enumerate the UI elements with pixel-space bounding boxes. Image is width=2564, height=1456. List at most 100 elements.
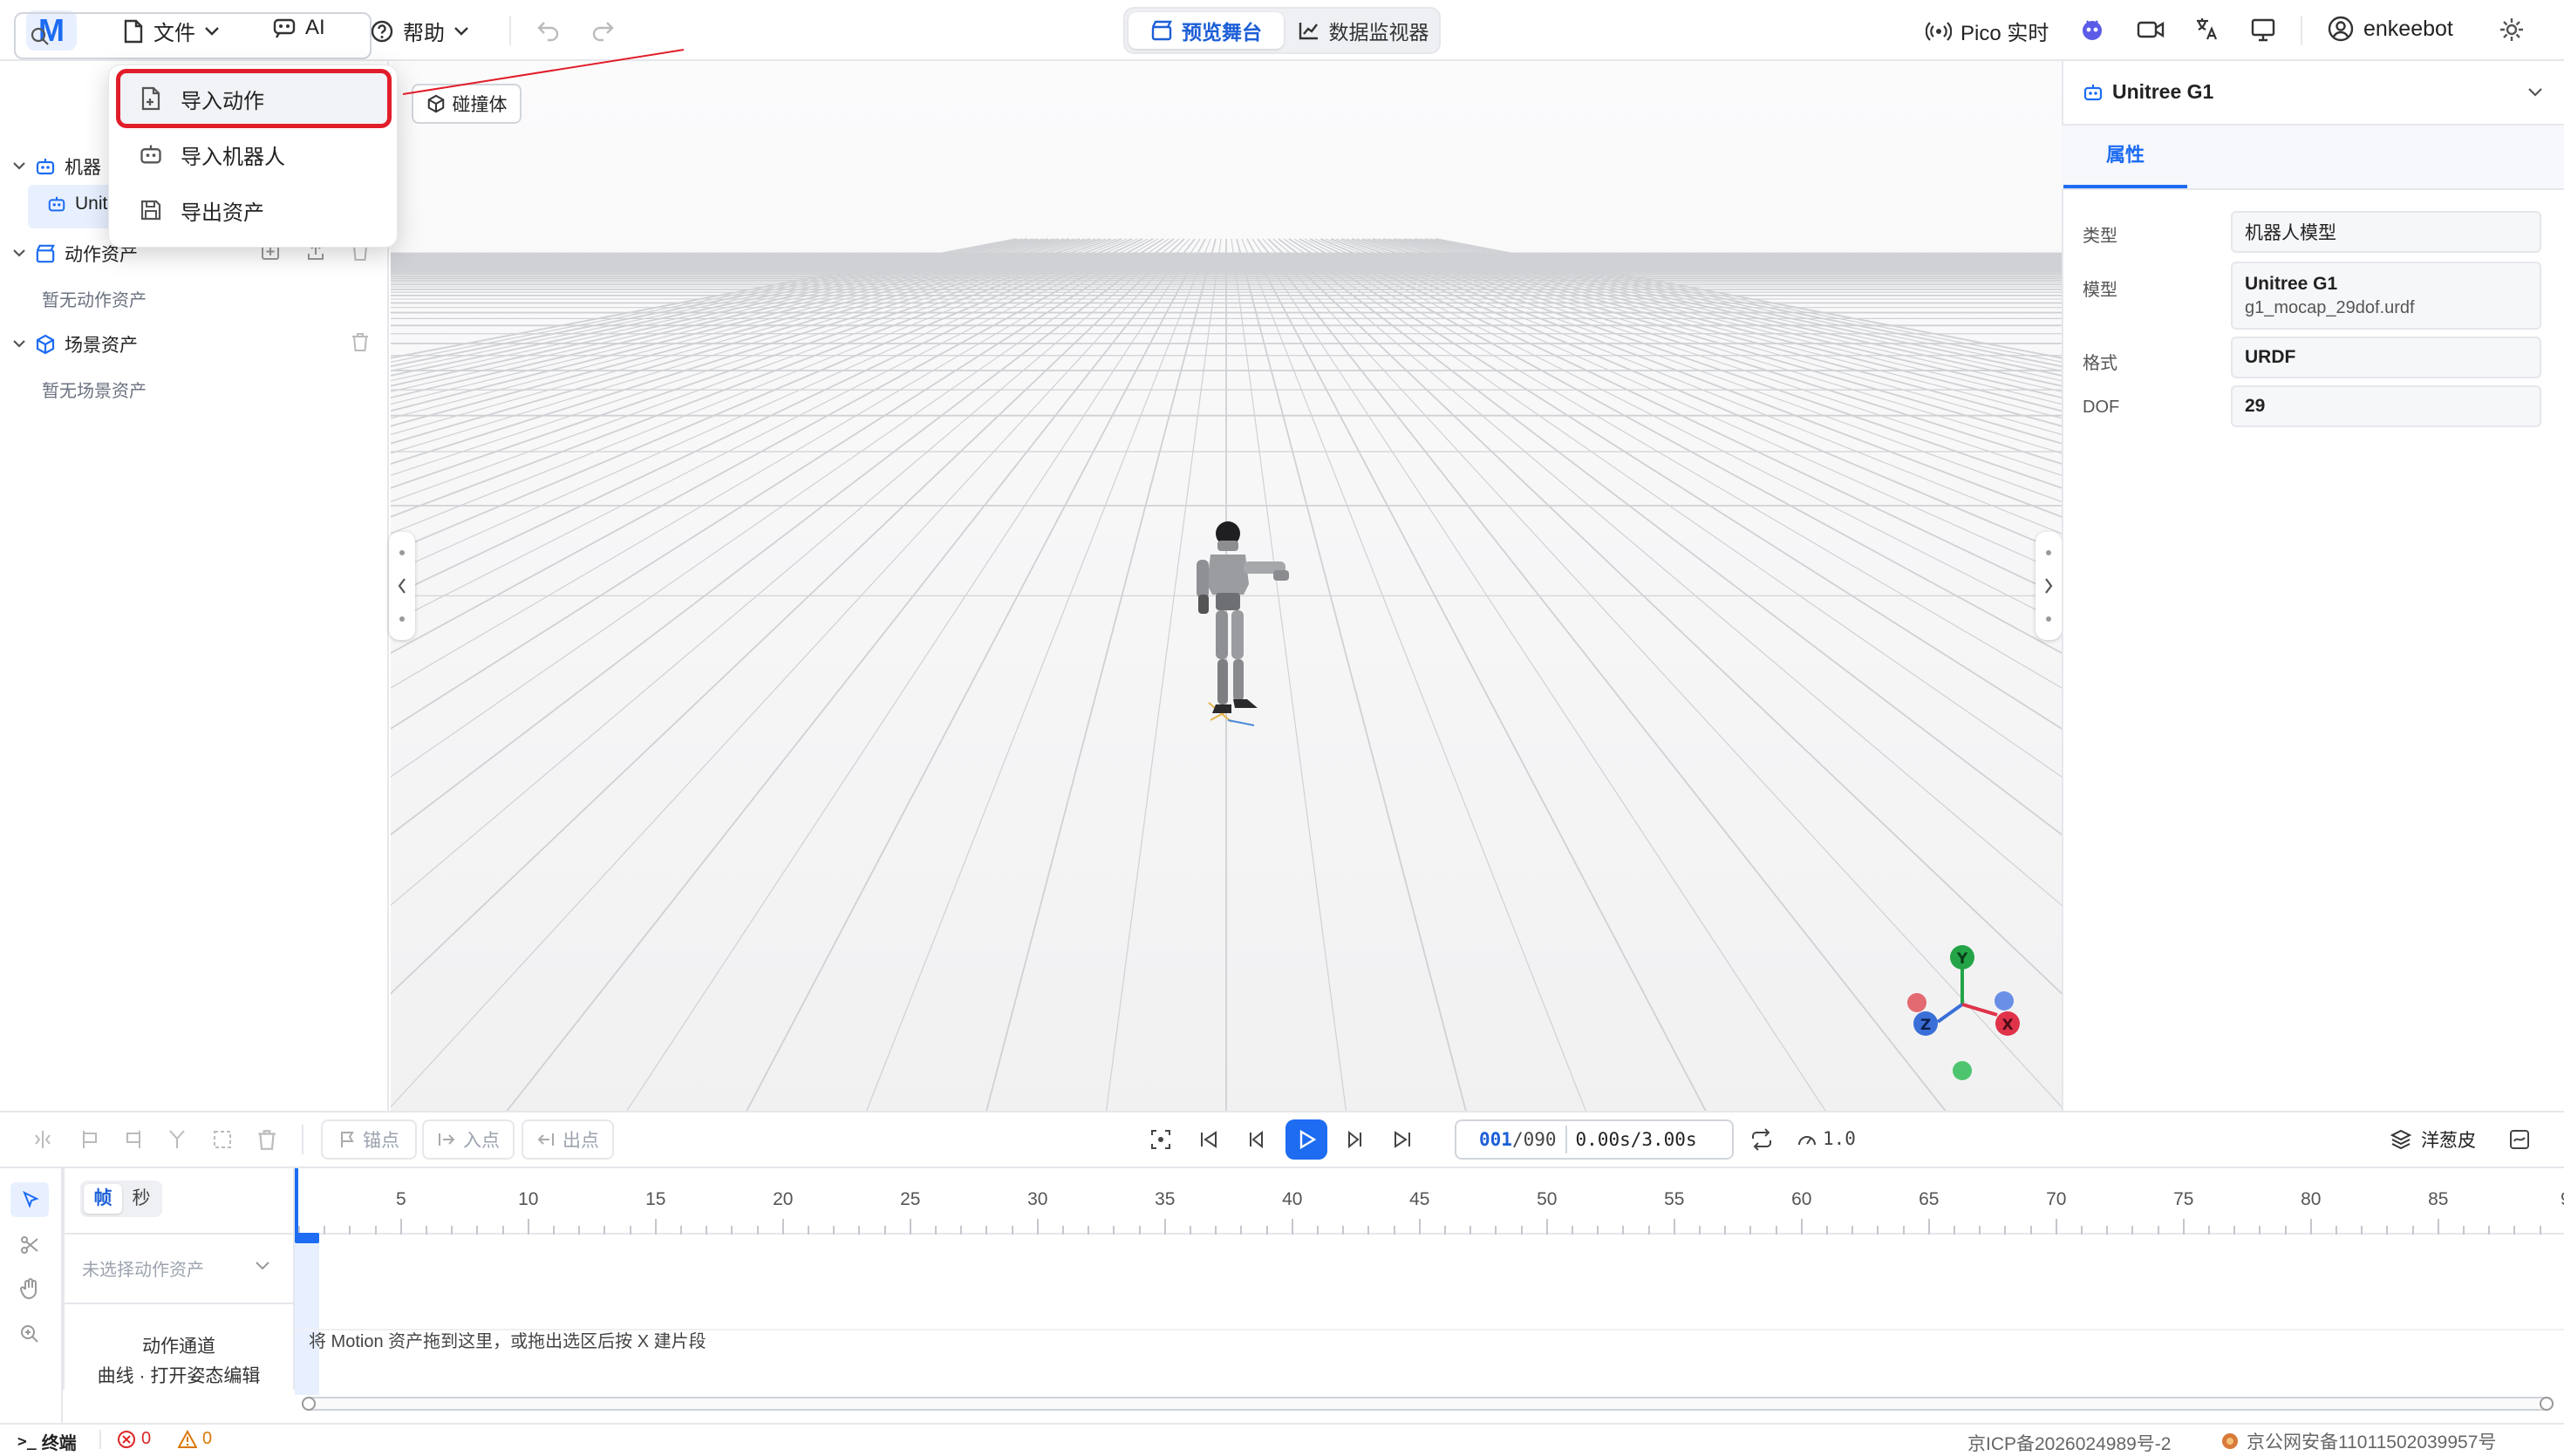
- curve-editor-icon[interactable]: [2508, 1128, 2531, 1151]
- select-box-icon[interactable]: [211, 1128, 234, 1151]
- format-label: 格式: [2083, 354, 2117, 373]
- zoom-icon[interactable]: [19, 1323, 40, 1344]
- model-name: Unitree G1: [2245, 273, 2338, 294]
- unit-seconds-button[interactable]: 秒: [124, 1184, 159, 1214]
- chevron-down-icon: [454, 26, 468, 36]
- channel-subtitle[interactable]: 曲线 · 打开姿态编辑: [63, 1362, 295, 1388]
- tree-group-robots[interactable]: 机器: [12, 153, 101, 180]
- redo-icon[interactable]: [590, 17, 616, 42]
- pico-live-button[interactable]: Pico 实时: [1926, 16, 2049, 46]
- robot-icon: [140, 145, 161, 164]
- police-record-link[interactable]: 京公网安备11011502039957号: [2220, 1428, 2496, 1454]
- robot-model[interactable]: [1186, 520, 1291, 729]
- timeline-ruler[interactable]: 5 10 15 20 25 30 35 40 45 50 55 60 65 70 75 80 85 9: [295, 1168, 2564, 1235]
- icp-license-link[interactable]: 京ICP备2026024989号-2: [1967, 1430, 2171, 1456]
- ruler-tick: [756, 1226, 759, 1235]
- divider: [63, 1303, 295, 1304]
- play-icon: [1299, 1129, 1317, 1150]
- motion-asset-select[interactable]: 未选择动作资产: [82, 1255, 204, 1281]
- menu-item-import-robot[interactable]: 导入机器人: [119, 128, 388, 180]
- playhead-range: [295, 1235, 319, 1395]
- focus-icon[interactable]: [1149, 1128, 1172, 1151]
- playhead[interactable]: [295, 1168, 298, 1238]
- trash-icon[interactable]: [351, 331, 370, 352]
- grid-line: [391, 238, 1149, 623]
- ruler-tick: [1265, 1226, 1268, 1235]
- chevron-down-icon[interactable]: [2527, 87, 2543, 98]
- ruler-tick: [1902, 1226, 1905, 1235]
- split-icon[interactable]: [31, 1128, 54, 1151]
- ruler-tick-label: 70: [2046, 1189, 2067, 1209]
- select-tool-button[interactable]: [10, 1182, 49, 1217]
- play-button[interactable]: [1285, 1119, 1327, 1160]
- warning-count[interactable]: 0: [178, 1429, 212, 1449]
- unit-frames-button[interactable]: 帧: [84, 1184, 122, 1214]
- axis-gizmo[interactable]: Y Z X: [1901, 942, 2023, 1081]
- timeline-scrollbar[interactable]: [302, 1397, 2554, 1411]
- grid-line: [391, 238, 1044, 382]
- error-count[interactable]: 0: [117, 1429, 151, 1449]
- anchor-button[interactable]: 锚点: [321, 1119, 417, 1160]
- loop-icon[interactable]: [1749, 1128, 1774, 1151]
- ruler-tick: [781, 1219, 784, 1235]
- collapse-right-panel-handle[interactable]: [2036, 532, 2062, 640]
- ruler-tick-label: 75: [2173, 1189, 2194, 1209]
- ruler-tick: [1545, 1219, 1548, 1235]
- ai-assistant-icon[interactable]: [2079, 17, 2105, 42]
- menu-item-export-assets[interactable]: 导出资产: [119, 184, 388, 236]
- grid-line: [391, 238, 1143, 597]
- out-point-button[interactable]: 出点: [522, 1119, 614, 1160]
- in-point-button[interactable]: 入点: [422, 1119, 515, 1160]
- playhead-marker[interactable]: [295, 1233, 319, 1243]
- properties-title: Unitree G1: [2112, 80, 2214, 103]
- help-menu-button[interactable]: 帮助: [370, 16, 469, 46]
- onion-skin-toggle[interactable]: 洋葱皮: [2390, 1126, 2476, 1153]
- axis-x-label: X: [2001, 1017, 2013, 1034]
- chevron-down-icon[interactable]: [255, 1261, 270, 1271]
- playback-speed[interactable]: 1.0: [1797, 1128, 1856, 1149]
- scissors-icon[interactable]: [19, 1235, 40, 1255]
- terminal-label: 终端: [41, 1434, 77, 1453]
- properties-header[interactable]: Unitree G1: [2083, 80, 2213, 104]
- merge-icon[interactable]: [166, 1128, 188, 1151]
- tab-attributes[interactable]: 属性: [2063, 139, 2187, 188]
- terminal-prompt-icon: >_: [17, 1432, 37, 1451]
- translate-icon[interactable]: [2194, 16, 2220, 42]
- terminal-button[interactable]: >_ 终端: [17, 1429, 77, 1454]
- step-back-icon[interactable]: [1245, 1130, 1266, 1149]
- video-camera-icon[interactable]: [2137, 19, 2165, 40]
- trim-start-icon[interactable]: [78, 1128, 101, 1151]
- gear-icon[interactable]: [2498, 16, 2526, 44]
- robot-item-label: Unit: [75, 194, 108, 214]
- step-forward-icon[interactable]: [1345, 1130, 1366, 1149]
- collapse-left-panel-handle[interactable]: [389, 532, 415, 640]
- hand-icon[interactable]: [19, 1278, 40, 1301]
- tab-data-monitor[interactable]: 数据监视器: [1287, 12, 1439, 49]
- tab-preview-stage[interactable]: 预览舞台: [1129, 12, 1284, 49]
- undo-icon[interactable]: [535, 17, 562, 42]
- ruler-tick-label: 30: [1027, 1189, 1048, 1209]
- menu-item-import-motion[interactable]: 导入动作: [116, 69, 392, 128]
- ruler-tick: [324, 1226, 326, 1235]
- ruler-tick: [553, 1226, 555, 1235]
- ruler-tick-label: 55: [1664, 1189, 1685, 1209]
- skip-to-start-icon[interactable]: [1198, 1130, 1219, 1149]
- asset-search-input[interactable]: [14, 12, 372, 59]
- ruler-tick: [1215, 1226, 1217, 1235]
- skip-to-end-icon[interactable]: [1392, 1130, 1413, 1149]
- ruler-tick: [1877, 1226, 1879, 1235]
- ruler-tick-label: 80: [2301, 1189, 2322, 1209]
- ruler-tick: [2361, 1226, 2363, 1235]
- scrollbar-left-handle[interactable]: [302, 1397, 316, 1411]
- ruler-tick: [2386, 1226, 2389, 1235]
- robot-item[interactable]: Unit: [47, 194, 107, 214]
- monitor-icon[interactable]: [2250, 17, 2276, 42]
- user-account-button[interactable]: enkeebot: [2327, 15, 2453, 43]
- frame-counter[interactable]: 001 /090 0.00s/3.00s: [1455, 1119, 1734, 1160]
- grid-line: [985, 238, 1217, 1111]
- trash-icon[interactable]: [256, 1128, 277, 1151]
- scrollbar-right-handle[interactable]: [2540, 1397, 2554, 1411]
- tree-group-scenes[interactable]: 场景资产: [12, 331, 138, 357]
- trim-end-icon[interactable]: [122, 1128, 145, 1151]
- error-icon: [118, 1430, 135, 1448]
